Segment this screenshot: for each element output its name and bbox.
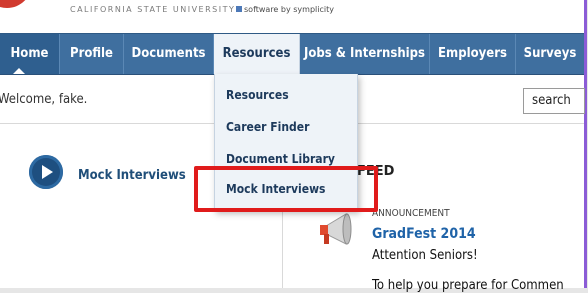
nav-resources-label: Resources	[222, 46, 291, 61]
nav-documents-label: Documents	[131, 46, 206, 61]
symplicity-logo-icon	[236, 6, 242, 12]
nav-surveys[interactable]: Surveys	[516, 34, 584, 74]
mock-interviews-link[interactable]: Mock Interviews	[78, 168, 186, 183]
nav-jobs-internships[interactable]: Jobs & Internships	[300, 34, 430, 74]
nav-profile-label: Profile	[70, 46, 113, 61]
announcement-line-2: To help you prepare for Commen	[372, 278, 564, 293]
page-frame: CALIFORNIA STATE UNIVERSITY software by …	[0, 0, 587, 293]
megaphone-icon	[320, 213, 352, 245]
announcement-tag: ANNOUNCEMENT	[372, 208, 450, 219]
highlight-annotation	[194, 166, 378, 212]
university-name: CALIFORNIA STATE UNIVERSITY	[70, 5, 236, 14]
menu-item-resources[interactable]: Resources	[226, 88, 289, 102]
nav-jobs-label: Jobs & Internships	[304, 46, 425, 61]
search-button[interactable]: search	[523, 88, 585, 114]
menu-item-career-finder[interactable]: Career Finder	[226, 120, 309, 134]
nav-documents[interactable]: Documents	[124, 34, 214, 74]
nav-home[interactable]: Home	[0, 34, 60, 74]
announcement-line-1: Attention Seniors!	[372, 248, 478, 263]
nav-home-label: Home	[10, 46, 49, 61]
announcement-title-link[interactable]: GradFest 2014	[372, 226, 476, 242]
menu-item-document-library[interactable]: Document Library	[226, 152, 335, 166]
university-logo[interactable]	[0, 0, 32, 8]
nav-profile[interactable]: Profile	[60, 34, 124, 74]
welcome-message: Welcome, fake.	[0, 92, 88, 107]
powered-by: software by symplicity	[236, 5, 334, 14]
powered-by-text: software by symplicity	[244, 5, 334, 14]
nav-employers[interactable]: Employers	[430, 34, 516, 74]
play-triangle	[42, 165, 53, 179]
nav-surveys-label: Surveys	[523, 46, 577, 61]
main-nav: Home Profile Documents Resources Jobs & …	[0, 33, 584, 75]
nav-employers-label: Employers	[438, 46, 507, 61]
active-indicator-icon	[13, 68, 25, 74]
nav-resources[interactable]: Resources	[214, 34, 300, 74]
play-icon[interactable]	[29, 155, 63, 189]
